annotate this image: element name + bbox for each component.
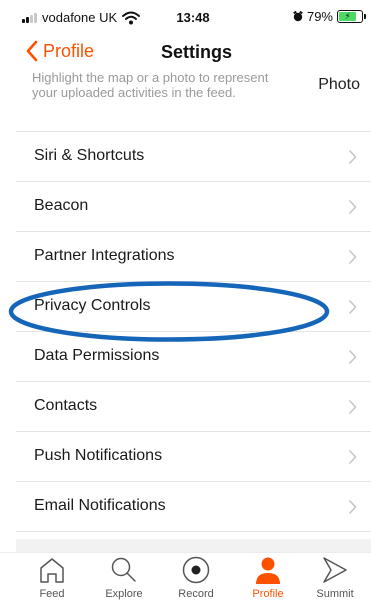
magnifier-icon (111, 557, 136, 582)
row-label: Beacon (34, 197, 89, 214)
chevron-right-icon (348, 349, 357, 365)
row-label: Push Notifications (34, 447, 163, 464)
section-separator (16, 539, 371, 552)
record-icon (182, 556, 210, 584)
settings-row-data-permissions[interactable]: Data Permissions (16, 332, 371, 382)
chevron-right-icon (348, 249, 357, 265)
settings-row-privacy-controls[interactable]: Privacy Controls (16, 282, 371, 332)
settings-list: Highlight the map or a photo to represen… (0, 72, 371, 552)
tab-feed[interactable]: Feed (22, 555, 82, 601)
settings-row-siri-shortcuts[interactable]: Siri & Shortcuts (16, 132, 371, 182)
status-bar: vodafone UK 13:48 79% ⚡ (0, 0, 371, 34)
feed-media-value: Photo (318, 76, 360, 93)
settings-row-beacon[interactable]: Beacon (16, 182, 371, 232)
battery-fill: ⚡ (339, 11, 357, 21)
chevron-right-icon (348, 499, 357, 515)
page-title: Settings (160, 42, 232, 62)
row-label: Data Permissions (34, 347, 160, 364)
tab-record[interactable]: Record (166, 555, 226, 601)
settings-row-partner-integrations[interactable]: Partner Integrations (16, 232, 371, 282)
person-icon (256, 557, 280, 584)
tab-label: Feed (39, 588, 65, 600)
row-label: Contacts (34, 397, 98, 414)
row-label: Email Notifications (34, 497, 166, 514)
tab-explore[interactable]: Explore (94, 555, 154, 601)
battery-percent: 79% (306, 9, 333, 24)
tab-bar: Feed Explore Record Profile Summit (0, 552, 371, 601)
chevron-right-icon (348, 149, 357, 165)
tab-label: Explore (105, 588, 143, 600)
settings-row-push-notifications[interactable]: Push Notifications (16, 432, 371, 482)
status-right: 79% ⚡ (293, 9, 366, 24)
feed-media-setting-row[interactable]: Highlight the map or a photo to represen… (16, 72, 371, 132)
feed-media-description: Highlight the map or a photo to represen… (32, 72, 269, 100)
battery-icon: ⚡ (337, 10, 366, 23)
chevron-right-icon (348, 299, 357, 315)
tab-label: Record (178, 588, 214, 600)
alarm-icon (293, 11, 303, 22)
chevron-right-icon (348, 199, 357, 215)
row-label: Privacy Controls (34, 297, 151, 314)
row-label: Partner Integrations (34, 247, 175, 264)
tab-summit[interactable]: Summit (305, 555, 365, 601)
settings-row-contacts[interactable]: Contacts (16, 382, 371, 432)
home-icon (40, 558, 64, 583)
chevron-right-icon (348, 449, 357, 465)
chevron-right-icon (348, 399, 357, 415)
settings-row-email-notifications[interactable]: Email Notifications (16, 482, 371, 532)
tab-label: Summit (316, 588, 354, 600)
tab-label: Profile (252, 588, 284, 600)
row-label: Siri & Shortcuts (34, 147, 145, 164)
navigation-bar: Profile Settings (0, 34, 371, 72)
tab-profile[interactable]: Profile (238, 555, 298, 601)
summit-chevron-icon (323, 557, 347, 583)
